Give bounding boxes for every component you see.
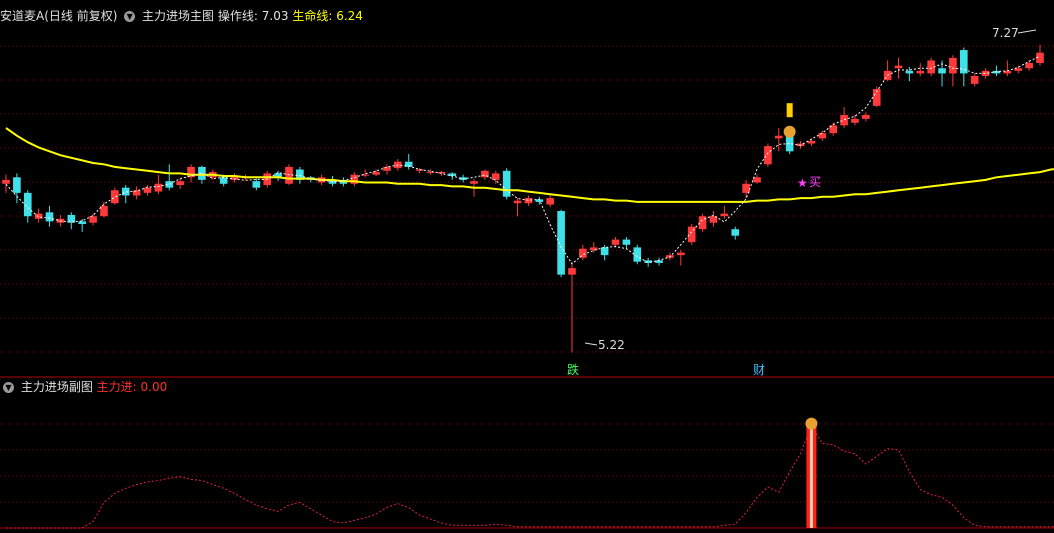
candle-body[interactable]: [154, 183, 163, 192]
candle-body[interactable]: [2, 179, 10, 184]
candle-body[interactable]: [252, 181, 261, 188]
candle-body[interactable]: [905, 70, 914, 74]
sub-grid: [0, 423, 1054, 529]
candle-body[interactable]: [622, 239, 631, 245]
candle-body[interactable]: [851, 118, 859, 123]
candle-body[interactable]: [807, 140, 816, 144]
candle-body[interactable]: [916, 70, 925, 74]
candle-body[interactable]: [949, 57, 957, 74]
candle-body[interactable]: [219, 177, 228, 184]
low-price-label: 5.22: [598, 338, 625, 352]
high-price-label: 7.27: [992, 26, 1019, 40]
candle-body[interactable]: [677, 252, 685, 256]
signal-bar-core: [809, 425, 813, 528]
candle-body[interactable]: [143, 187, 152, 193]
candle-body[interactable]: [45, 212, 54, 222]
money-bag-icon: [783, 125, 796, 138]
die-label: 跌: [567, 362, 579, 377]
candle-body[interactable]: [611, 239, 620, 245]
candle-body[interactable]: [470, 181, 478, 184]
candle-body[interactable]: [372, 172, 380, 175]
candle-body[interactable]: [198, 166, 206, 180]
candle-body[interactable]: [633, 247, 642, 262]
candle-body[interactable]: [100, 205, 108, 217]
candle-body[interactable]: [34, 213, 43, 219]
candle-body[interactable]: [1025, 63, 1033, 69]
candle-body[interactable]: [78, 221, 86, 225]
candle-body[interactable]: [111, 190, 119, 204]
life-line: [5, 127, 1054, 203]
candle-body[interactable]: [720, 213, 729, 217]
candle-body[interactable]: [13, 177, 21, 193]
indicator-lines: [5, 55, 1054, 265]
candle-body[interactable]: [415, 169, 424, 171]
candle-body[interactable]: [513, 200, 522, 204]
candle-body[interactable]: [862, 114, 870, 119]
candle-body[interactable]: [894, 65, 903, 69]
candles[interactable]: [2, 44, 1044, 353]
sub-chart[interactable]: [6, 103, 1054, 529]
buy-signal-marker: [786, 103, 793, 118]
candle-body[interactable]: [764, 146, 772, 165]
grid-lines: [0, 45, 1054, 378]
candle-body[interactable]: [132, 190, 141, 196]
high-arrow: [1017, 29, 1037, 34]
low-arrow: [584, 342, 598, 346]
sub-line: [6, 424, 1054, 529]
money-bag-icon: [805, 417, 818, 430]
candle-body[interactable]: [818, 133, 827, 139]
candle-body[interactable]: [546, 198, 555, 205]
candle-body[interactable]: [742, 183, 750, 193]
candlestick-chart[interactable]: 7.27 5.22 买 ★ 跌 财: [0, 0, 1054, 533]
star-icon: ★: [797, 176, 808, 190]
candle-body[interactable]: [970, 76, 979, 84]
candle-body[interactable]: [600, 247, 609, 256]
operation-line: [5, 55, 1041, 265]
candle-body[interactable]: [491, 173, 500, 180]
candle-body[interactable]: [774, 135, 783, 139]
candle-body[interactable]: [568, 268, 576, 275]
candle-body[interactable]: [731, 229, 740, 236]
candle-body[interactable]: [938, 68, 946, 74]
buy-label: 买: [809, 175, 821, 189]
candle-body[interactable]: [753, 177, 761, 183]
candle-body[interactable]: [89, 216, 97, 223]
candle-body[interactable]: [121, 187, 130, 196]
candle-body[interactable]: [960, 50, 968, 74]
candle-body[interactable]: [176, 181, 184, 186]
candle-body[interactable]: [383, 166, 391, 171]
candle-body[interactable]: [557, 211, 565, 275]
candle-body[interactable]: [23, 192, 32, 217]
cai-label: 财: [753, 363, 765, 377]
candle-body[interactable]: [840, 114, 848, 126]
